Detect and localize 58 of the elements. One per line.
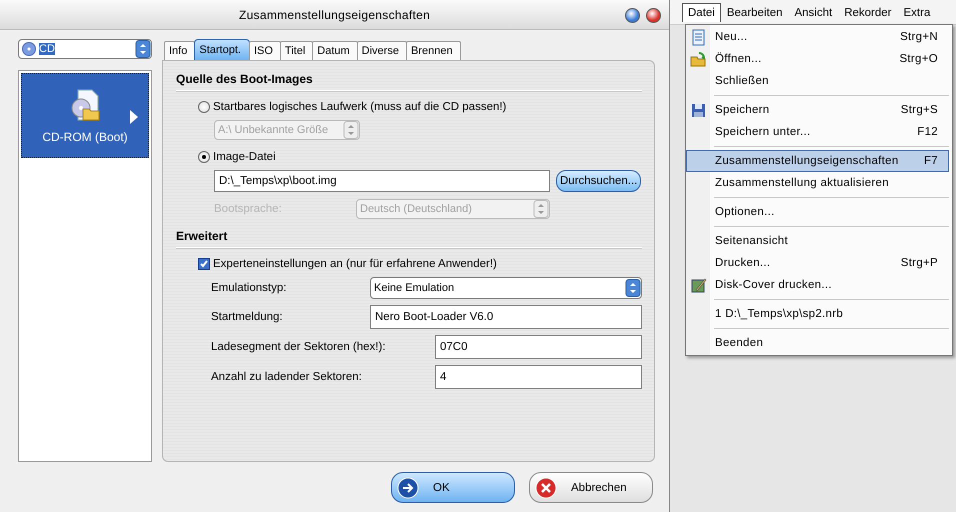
radio-option[interactable]: Startbares logisches Laufwerk (muss auf die CD passen!)	[198, 97, 642, 117]
path-input[interactable]: D:\_Temps\xp\boot.img	[214, 170, 550, 192]
radio-option[interactable]: Image-Datei	[198, 147, 642, 167]
menu-item[interactable]: Zusammenstellungseigenschaften F7	[686, 150, 949, 172]
field-label: Ladesegment der Sektoren (hex!):	[211, 341, 387, 353]
text-input[interactable]: 07C0	[435, 335, 642, 359]
menu-item[interactable]: Speichern Strg+S	[686, 99, 949, 121]
section-heading: Quelle des Boot-Images	[176, 72, 642, 91]
menu-bar-item[interactable]: Extra	[898, 2, 936, 22]
menu-item[interactable]: Optionen...	[686, 201, 949, 223]
tab[interactable]: Startopt.	[194, 39, 250, 60]
cancel-icon	[535, 476, 557, 498]
close-button[interactable]	[646, 8, 661, 23]
disc-icon	[22, 42, 36, 56]
spinner-arrows-icon	[533, 200, 549, 218]
tab[interactable]: Datum	[312, 41, 358, 60]
tab[interactable]: Diverse	[356, 41, 407, 60]
triangle-icon	[130, 110, 138, 124]
spinner-arrows-icon	[343, 121, 359, 139]
emulation-select[interactable]: Keine Emulation	[370, 277, 642, 299]
menu-item[interactable]: Seitenansicht	[686, 230, 949, 252]
text-input[interactable]: Nero Boot-Loader V6.0	[370, 305, 642, 329]
window-title: Zusammenstellungseigenschaften	[238, 8, 430, 22]
radio-circle-icon[interactable]	[198, 101, 210, 113]
spinner-arrows-icon	[135, 40, 151, 58]
cancel-button[interactable]: Abbrechen	[529, 472, 653, 503]
menu-item[interactable]: Öffnen... Strg+O	[686, 48, 949, 70]
menu-item[interactable]: Zusammenstellung aktualisieren	[686, 172, 949, 194]
field-label: Startmeldung:	[211, 311, 284, 323]
menu-bar-item[interactable]: Datei	[682, 2, 721, 22]
menu-item[interactable]: Schließen	[686, 70, 949, 92]
menu-item[interactable]: Neu... Strg+N	[686, 26, 949, 48]
menu-item[interactable]: Drucken... Strg+P	[686, 252, 949, 274]
spinner-arrows-icon	[625, 279, 641, 297]
section-heading: Erweitert	[176, 229, 642, 248]
menu-bar-item[interactable]: Bearbeiten	[720, 2, 788, 22]
tab[interactable]: ISO	[248, 41, 281, 60]
field-label: Anzahl zu ladender Sektoren:	[211, 371, 363, 383]
menu-item[interactable]: Disk-Cover drucken...	[686, 274, 949, 296]
tab[interactable]: Titel	[280, 41, 314, 60]
tab[interactable]: Brennen	[406, 41, 461, 60]
minimize-button[interactable]	[625, 8, 640, 23]
checkbox-icon[interactable]	[198, 258, 210, 270]
field-label: Emulationstyp:	[211, 282, 288, 294]
list-item[interactable]: CD-ROM (Boot)	[21, 73, 149, 158]
item-label: CD-ROM (Boot)	[42, 130, 128, 144]
checkbox-option[interactable]: Experteneinstellungen an (nur für erfahrene Anwender!)	[198, 254, 642, 274]
drive-select[interactable]: CD	[18, 39, 152, 59]
menu-bar-item[interactable]: Ansicht	[788, 2, 838, 22]
menu-bar-item[interactable]: Rekorder	[838, 2, 898, 22]
tab[interactable]: Info	[164, 41, 196, 60]
menu-item[interactable]: Speichern unter... F12	[686, 121, 949, 143]
radio-circle-icon[interactable]	[198, 151, 210, 163]
text-input[interactable]: 4	[435, 365, 642, 389]
menu-item[interactable]: 1 D:\_Temps\xp\sp2.nrb	[686, 303, 949, 325]
menu-item[interactable]: Beenden	[686, 332, 949, 354]
browse-button[interactable]: Durchsuchen...	[556, 170, 642, 192]
ok-button[interactable]: OK	[391, 472, 515, 503]
